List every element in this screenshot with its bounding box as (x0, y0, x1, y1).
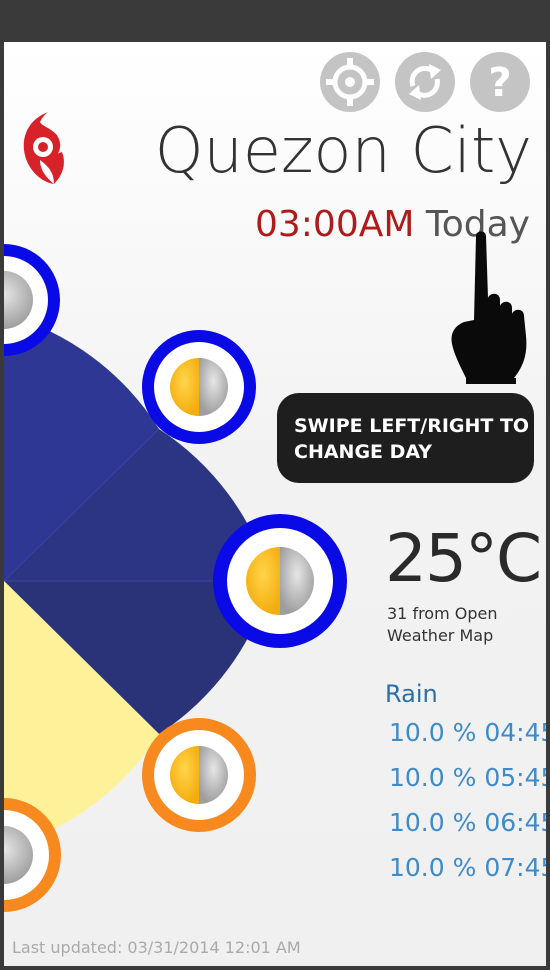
marker-3[interactable] (213, 514, 347, 648)
current-time: 03:00AM (254, 204, 415, 245)
tooltip-line-1: SWIPE LEFT/RIGHT TO (294, 415, 530, 437)
rain-percent: 10.0 % (389, 718, 477, 747)
rain-percent: 10.0 % (389, 763, 477, 792)
rain-time: 04:45 (484, 718, 546, 747)
marker-5[interactable] (4, 798, 61, 912)
tooltip-line-2: CHANGE DAY (294, 441, 433, 463)
rain-time: 07:45 (484, 853, 546, 882)
help-button[interactable]: ? (470, 52, 530, 112)
svg-text:?: ? (488, 60, 511, 106)
city-name: Quezon City (154, 114, 532, 187)
crosshair-icon (326, 58, 374, 106)
swipe-hand-icon (451, 231, 527, 384)
last-updated: Last updated: 03/31/2014 12:01 AM (12, 938, 301, 957)
help-icon: ? (488, 60, 511, 106)
weather-source: 31 from Open Weather Map (387, 604, 498, 645)
rain-title: Rain (385, 680, 438, 708)
locate-button[interactable] (320, 52, 380, 112)
rain-row: 10.0 % 04:45 (389, 718, 546, 747)
temperature: 25°C (385, 520, 542, 597)
rain-row: 10.0 % 07:45 (389, 853, 546, 882)
marker-1[interactable] (4, 244, 60, 356)
rain-percent: 10.0 % (389, 808, 477, 837)
refresh-button[interactable] (395, 52, 455, 112)
swipe-tooltip: SWIPE LEFT/RIGHT TO CHANGE DAY (277, 393, 534, 483)
marker-4[interactable] (142, 718, 256, 832)
rain-percent: 10.0 % (389, 853, 477, 882)
rain-time: 06:45 (484, 808, 546, 837)
rain-row: 10.0 % 06:45 (389, 808, 546, 837)
hurricane-icon (23, 112, 64, 184)
marker-2[interactable] (142, 330, 256, 444)
refresh-icon (409, 64, 441, 100)
rain-row: 10.0 % 05:45 (389, 763, 546, 792)
rain-time: 05:45 (484, 763, 546, 792)
app-screen: ? Quezon City 03:00AM Today SWIPE LEFT/R… (4, 42, 546, 966)
